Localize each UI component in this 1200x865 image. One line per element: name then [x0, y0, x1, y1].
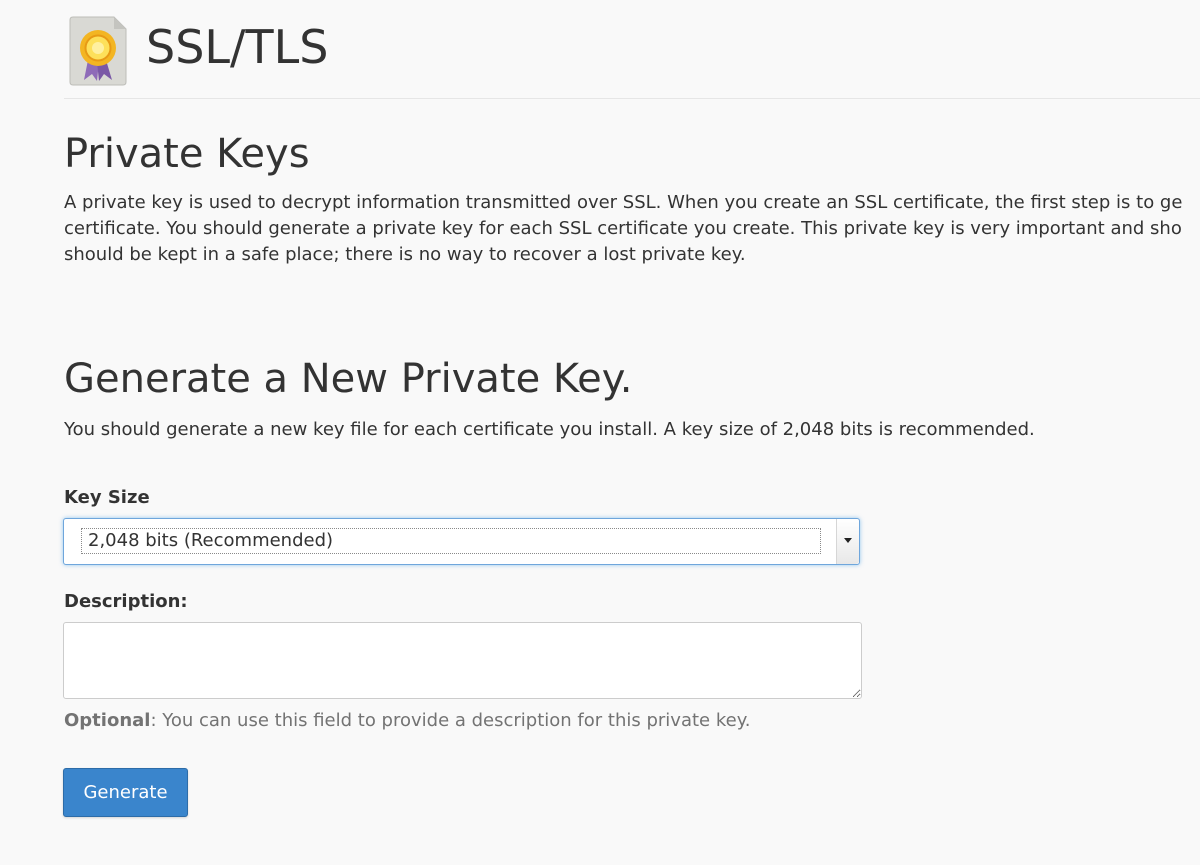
description-label: Description: — [64, 591, 188, 612]
help-text-body: : You can use this field to provide a de… — [150, 710, 751, 731]
description-textarea[interactable] — [63, 622, 862, 699]
ssl-tls-page: SSL/TLS Private Keys A private key is us… — [0, 0, 1200, 865]
description-help-text: Optional: You can use this field to prov… — [64, 708, 751, 734]
page-title: SSL/TLS — [146, 20, 329, 74]
generate-key-description: You should generate a new key file for e… — [64, 419, 1035, 440]
optional-label: Optional — [64, 710, 151, 731]
intro-line: certificate. You should generate a priva… — [64, 218, 1182, 239]
private-keys-intro: A private key is used to decrypt informa… — [64, 190, 1200, 268]
intro-line: A private key is used to decrypt informa… — [64, 192, 1183, 213]
private-keys-heading: Private Keys — [64, 131, 310, 177]
dropdown-arrow-icon[interactable] — [836, 519, 859, 564]
key-size-select[interactable]: 2,048 bits (Recommended) — [63, 518, 860, 565]
ssl-certificate-icon — [68, 16, 128, 86]
page-header: SSL/TLS — [64, 12, 1200, 99]
key-size-selected-value: 2,048 bits (Recommended) — [81, 528, 821, 554]
generate-button[interactable]: Generate — [63, 768, 188, 817]
generate-key-heading: Generate a New Private Key. — [64, 356, 633, 402]
intro-line: should be kept in a safe place; there is… — [64, 244, 746, 265]
key-size-label: Key Size — [64, 487, 150, 508]
